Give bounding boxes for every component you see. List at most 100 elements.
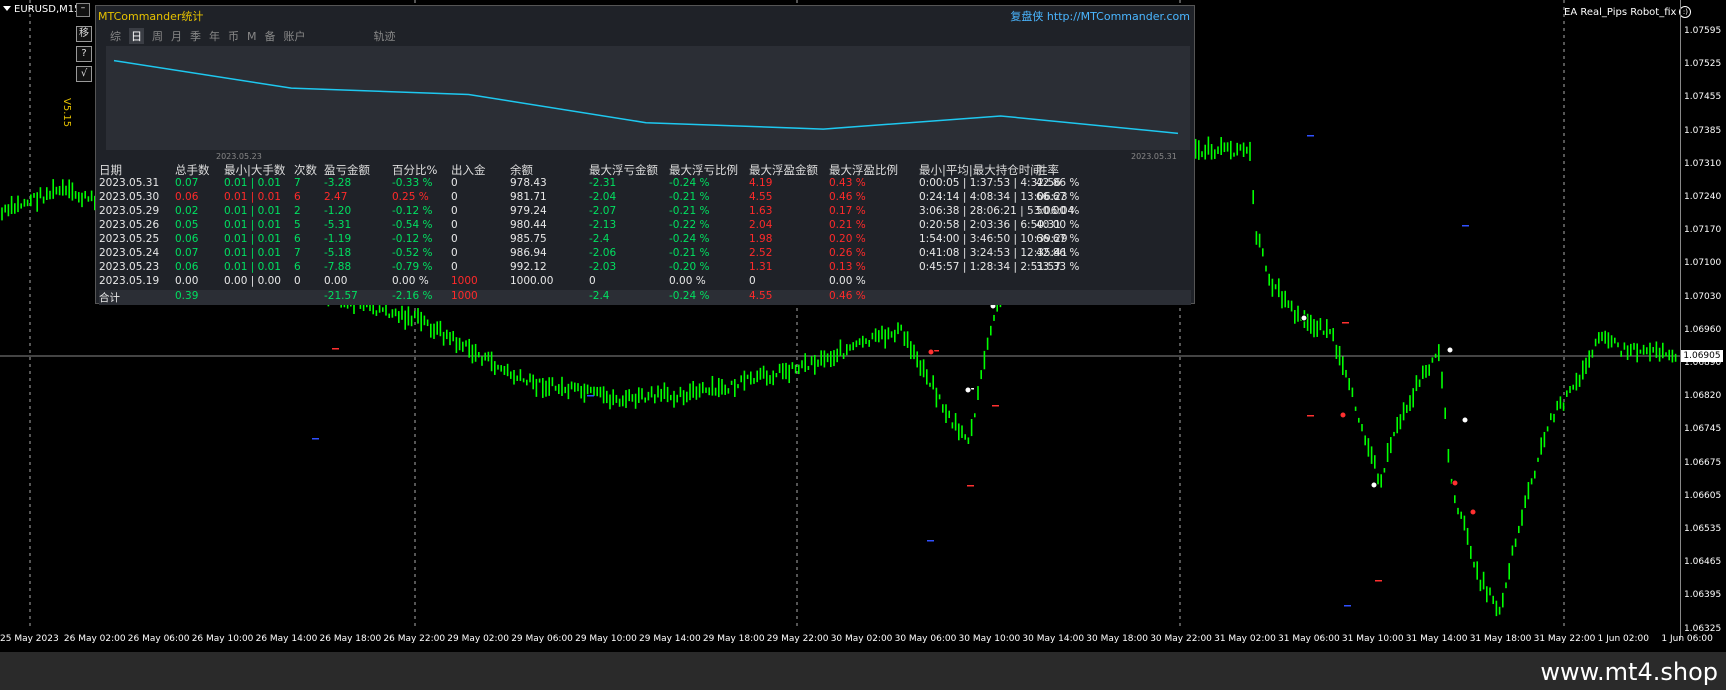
ea-name-label: EA Real_Pips Robot_fix:) bbox=[1564, 6, 1692, 18]
table-cell: -2.07 bbox=[589, 205, 617, 217]
table-cell: 百分比% bbox=[392, 163, 438, 177]
table-row[interactable]: 2023.05.26 0.05 0.01 | 0.01 5 -5.31 -0.54 % 0 9… bbox=[99, 219, 1191, 233]
table-cell: 0 bbox=[451, 261, 458, 273]
table-row[interactable]: 合计 0.39 -21.57 -2.16 % 1000 -2.4 -0.24 % 4.55 0.… bbox=[99, 290, 1191, 305]
time-label: 29 May 22:00 bbox=[766, 634, 829, 644]
symbol-text: EURUSD,M15 bbox=[14, 4, 81, 15]
time-label: 29 May 14:00 bbox=[639, 634, 701, 644]
table-cell: -0.21 % bbox=[669, 205, 710, 217]
trade-point bbox=[1451, 479, 1459, 487]
check-label: √ bbox=[80, 68, 88, 79]
tab-8[interactable]: 备 bbox=[265, 28, 276, 44]
table-cell: 0.00 % bbox=[392, 275, 429, 287]
minimize-button[interactable]: – bbox=[76, 3, 90, 17]
table-cell: 1000 bbox=[451, 275, 478, 287]
table-header: 日期 总手数 最小|大手数 次数 盈亏金额 百分比% 出入金 余额 最大浮亏金额 最大浮亏比例 最大… bbox=[99, 162, 1191, 177]
table-cell: 42.86 % bbox=[1036, 247, 1080, 259]
table-row[interactable]: 2023.05.23 0.06 0.01 | 0.01 6 -7.88 -0.79 % 0 9… bbox=[99, 261, 1191, 275]
tab-1[interactable]: 日 bbox=[129, 28, 144, 44]
table-cell: 总手数 bbox=[175, 163, 210, 177]
table-cell: 0.43 % bbox=[829, 177, 866, 189]
time-label: 29 May 02:00 bbox=[447, 634, 510, 644]
time-label: 31 May 10:00 bbox=[1341, 634, 1404, 644]
table-cell: 2023.05.29 bbox=[99, 205, 160, 217]
table-cell: 0.06 bbox=[175, 233, 199, 245]
panel-title: MTCommander统计 bbox=[98, 10, 204, 23]
table-cell: 0.13 % bbox=[829, 261, 866, 273]
trade-marker bbox=[1375, 580, 1382, 582]
tab-9[interactable]: 账户 bbox=[284, 28, 306, 44]
url-text[interactable]: http://MTCommander.com bbox=[1047, 10, 1190, 23]
time-label: 26 May 02:00 bbox=[63, 634, 126, 644]
table-cell: 4.19 bbox=[749, 177, 773, 189]
help-label: ? bbox=[81, 48, 87, 59]
table-row[interactable]: 2023.05.30 0.06 0.01 | 0.01 6 2.47 0.25 % 0 981… bbox=[99, 191, 1191, 205]
move-button[interactable]: 移 bbox=[76, 26, 92, 42]
dropdown-icon[interactable] bbox=[3, 6, 11, 11]
table-row[interactable]: 2023.05.24 0.07 0.01 | 0.01 7 -5.18 -0.52 % 0 9… bbox=[99, 247, 1191, 261]
tab-5[interactable]: 年 bbox=[209, 28, 220, 44]
table-cell: 2.04 bbox=[749, 219, 773, 231]
tab-0[interactable]: 综 bbox=[110, 28, 121, 44]
table-cell: 4.55 bbox=[749, 290, 773, 302]
trade-point bbox=[1446, 346, 1454, 354]
tab-2[interactable]: 周 bbox=[152, 28, 163, 44]
price-label: 1.07100 bbox=[1684, 258, 1722, 269]
table-cell: 0.00 bbox=[175, 275, 199, 287]
price-label: 1.06675 bbox=[1684, 457, 1722, 468]
table-row[interactable]: 2023.05.31 0.07 0.01 | 0.01 7 -3.28 -0.33 % 0 9… bbox=[99, 177, 1191, 191]
table-cell: 2023.05.25 bbox=[99, 233, 160, 245]
table-cell: -7.88 bbox=[324, 261, 352, 273]
table-cell: 0.00 bbox=[324, 275, 348, 287]
table-row[interactable]: 2023.05.25 0.06 0.01 | 0.01 6 -1.19 -0.12 % 0 9… bbox=[99, 233, 1191, 247]
symbol-label[interactable]: EURUSD,M15 bbox=[0, 3, 80, 17]
table-cell: 0 bbox=[451, 205, 458, 217]
table-cell: 978.43 bbox=[510, 177, 547, 189]
brand-link[interactable]: 复盘侠 http://MTCommander.com bbox=[1010, 8, 1190, 24]
brand-text: 复盘侠 bbox=[1010, 10, 1044, 23]
table-cell: 余额 bbox=[510, 163, 533, 177]
watermark: www.mt4.shop bbox=[1540, 658, 1718, 686]
help-button[interactable]: ? bbox=[76, 46, 92, 62]
table-cell: -0.22 % bbox=[669, 219, 710, 231]
balance-graph bbox=[106, 46, 1190, 150]
trade-point bbox=[964, 386, 972, 394]
ea-name-text: EA Real_Pips Robot_fix bbox=[1564, 7, 1677, 18]
tab-11[interactable]: 轨迹 bbox=[374, 28, 396, 44]
tab-3[interactable]: 月 bbox=[171, 28, 182, 44]
stats-panel[interactable]: MTCommander统计 复盘侠 http://MTCommander.com… bbox=[95, 5, 1195, 305]
price-label: 1.06960 bbox=[1684, 324, 1722, 335]
check-button[interactable]: √ bbox=[76, 66, 92, 82]
table-row[interactable]: 2023.05.29 0.02 0.01 | 0.01 2 -1.20 -0.12 % 0 9… bbox=[99, 205, 1191, 219]
trade-point bbox=[1469, 508, 1477, 516]
table-cell: 2023.05.26 bbox=[99, 219, 160, 231]
table-cell: 1000.00 bbox=[510, 275, 554, 287]
table-cell: 66.67 % bbox=[1036, 191, 1080, 203]
price-label: 1.06535 bbox=[1684, 524, 1722, 534]
table-cell: 6 bbox=[294, 191, 301, 203]
table-cell: -2.13 bbox=[589, 219, 617, 231]
table-cell: 0 bbox=[749, 275, 756, 287]
footer-bar: www.mt4.shop bbox=[0, 652, 1726, 690]
table-cell: 胜率 bbox=[1036, 163, 1059, 177]
time-label: 30 May 22:00 bbox=[1150, 634, 1212, 644]
table-cell: 1000 bbox=[451, 290, 478, 302]
table-cell: 0.46 % bbox=[829, 191, 866, 203]
table-row[interactable]: 2023.05.19 0.00 0.00 | 0.00 0 0.00 0.00 % 1000… bbox=[99, 275, 1191, 289]
tab-7[interactable]: M bbox=[247, 30, 257, 43]
table-cell: 6 bbox=[294, 233, 301, 245]
tab-4[interactable]: 季 bbox=[190, 28, 201, 44]
trade-marker bbox=[332, 348, 339, 350]
table-cell: -2.4 bbox=[589, 290, 610, 302]
time-label: 31 May 02:00 bbox=[1214, 634, 1276, 644]
trade-marker bbox=[992, 405, 999, 407]
tab-6[interactable]: 币 bbox=[228, 28, 239, 44]
table-cell: 0 bbox=[451, 219, 458, 231]
trade-point bbox=[1339, 411, 1347, 419]
time-label: 30 May 14:00 bbox=[1022, 634, 1085, 644]
table-cell: 0.39 bbox=[175, 290, 199, 302]
time-label: 1 Jun 06:00 bbox=[1661, 634, 1713, 644]
time-label: 29 May 18:00 bbox=[702, 634, 765, 644]
trade-point bbox=[1300, 314, 1308, 322]
price-label: 1.07455 bbox=[1684, 92, 1722, 103]
